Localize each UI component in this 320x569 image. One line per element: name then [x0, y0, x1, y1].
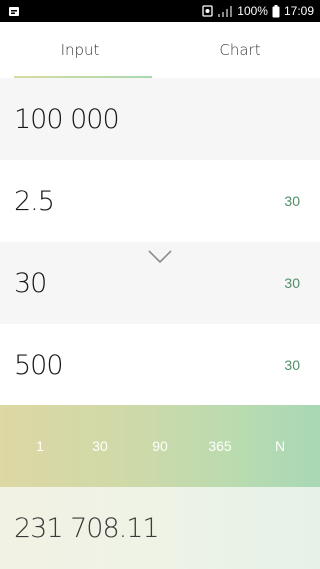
term-period-label[interactable]: 30: [284, 242, 300, 324]
alarm-icon: [202, 5, 213, 17]
tab-input[interactable]: Input: [0, 22, 160, 78]
status-bar: 100% 17:09: [0, 0, 320, 22]
term-value[interactable]: 30: [14, 268, 47, 299]
status-time: 17:09: [283, 4, 314, 18]
period-option-30[interactable]: 30: [75, 438, 125, 454]
period-option-n[interactable]: N: [255, 438, 305, 454]
status-left: [8, 5, 20, 17]
status-right: 100% 17:09: [202, 0, 314, 22]
result-value: 231 708.11: [14, 512, 160, 544]
rate-value[interactable]: 2.5: [14, 186, 55, 217]
result-panel: 231 708.11: [0, 487, 320, 569]
rate-row[interactable]: 2.5 30: [0, 160, 320, 242]
period-option-1[interactable]: 1: [15, 438, 65, 454]
contribution-value[interactable]: 500: [14, 350, 64, 381]
chevron-down-icon[interactable]: [148, 250, 172, 264]
contribution-row[interactable]: 500 30: [0, 324, 320, 406]
period-option-90[interactable]: 90: [135, 438, 185, 454]
initial-amount-row[interactable]: 100 000: [0, 78, 320, 160]
notification-icon: [9, 7, 19, 16]
tab-bar: Input Chart: [0, 22, 320, 78]
tab-input-label: Input: [60, 41, 100, 59]
rate-period-label[interactable]: 30: [284, 160, 300, 242]
signal-icon: [218, 6, 233, 17]
tab-chart[interactable]: Chart: [160, 22, 320, 78]
period-selector: 1 30 90 365 N: [0, 405, 320, 487]
battery-percent: 100%: [237, 4, 268, 18]
period-option-365[interactable]: 365: [195, 438, 245, 454]
contribution-period-label[interactable]: 30: [284, 324, 300, 406]
tab-chart-label: Chart: [219, 41, 261, 59]
battery-icon: [272, 4, 280, 17]
initial-amount-value[interactable]: 100 000: [14, 104, 120, 135]
